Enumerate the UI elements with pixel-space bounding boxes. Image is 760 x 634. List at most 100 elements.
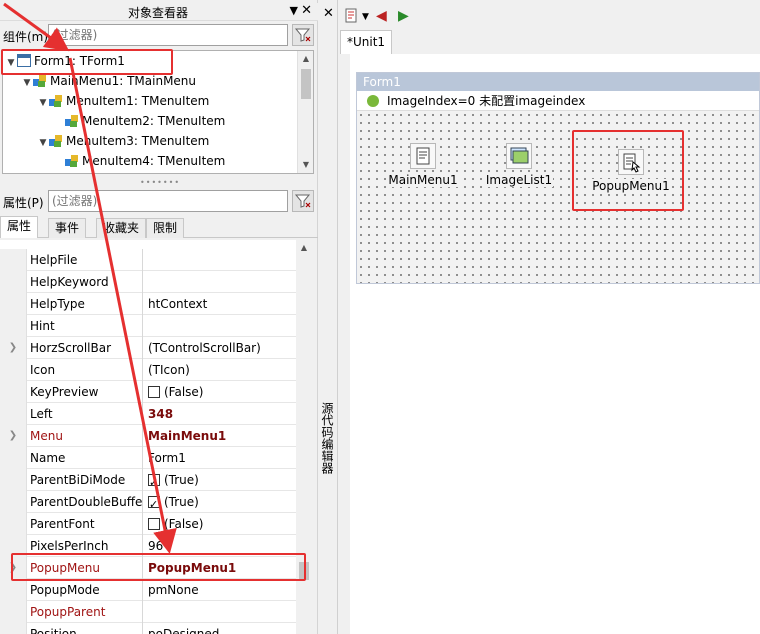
tree-node-label: MenuItem1: TMenuItem: [66, 94, 210, 108]
tree-node[interactable]: MenuItem2: TMenuItem: [53, 111, 225, 131]
tree-scrollbar[interactable]: ▲ ▼: [297, 51, 313, 173]
toggle-form-unit-icon[interactable]: [344, 8, 360, 28]
scroll-up-icon[interactable]: ▲: [298, 51, 313, 67]
forward-arrow-icon[interactable]: ▶: [398, 8, 409, 24]
property-value: (False): [164, 517, 204, 531]
source-editor-strip: ✕ 源代码编辑器: [318, 0, 338, 634]
property-value[interactable]: poDesigned: [148, 623, 296, 634]
property-name: ParentFont: [30, 513, 143, 535]
scroll-thumb[interactable]: [301, 69, 311, 99]
property-row[interactable]: Icon (TIcon): [0, 359, 296, 381]
property-row[interactable]: ❯ HorzScrollBar (TControlScrollBar): [0, 337, 296, 359]
component-imagelist[interactable]: ImageList1: [483, 143, 555, 187]
status-text: ImageIndex=0 未配置imageindex: [387, 94, 586, 108]
property-row[interactable]: KeyPreview (False): [0, 381, 296, 403]
checkbox-unchecked[interactable]: [148, 518, 160, 530]
property-row[interactable]: PopupParent: [0, 601, 296, 623]
property-row[interactable]: ❯ Menu MainMenu1: [0, 425, 296, 447]
tab-properties[interactable]: 属性: [0, 216, 39, 238]
property-row[interactable]: Left 348: [0, 403, 296, 425]
highlight-popupmenu-component: [572, 130, 684, 211]
property-row[interactable]: ParentDoubleBuffered (True): [0, 491, 296, 513]
checkbox-unchecked[interactable]: [148, 386, 160, 398]
tree-node[interactable]: ▼ MenuItem3: TMenuItem: [37, 131, 210, 153]
tab-unit1[interactable]: *Unit1: [340, 30, 393, 54]
property-value[interactable]: pmNone: [148, 579, 296, 601]
property-value[interactable]: (TIcon): [148, 359, 296, 381]
property-name: Icon: [30, 359, 143, 381]
property-name: HelpType: [30, 293, 143, 315]
form-status-line: ImageIndex=0 未配置imageindex: [357, 91, 759, 111]
property-value: (True): [164, 495, 199, 509]
expander-icon[interactable]: ▼: [37, 93, 49, 113]
properties-filter-input[interactable]: [48, 190, 288, 212]
property-row[interactable]: Position poDesigned: [0, 623, 296, 634]
property-value: (True): [164, 473, 199, 487]
form-caption[interactable]: Form1: [357, 73, 759, 91]
expander-icon[interactable]: ▼: [37, 133, 49, 153]
inspector-tabs: 属性 事件 收藏夹 限制: [0, 216, 318, 238]
close-icon[interactable]: ✕: [301, 3, 312, 18]
expander-icon[interactable]: ▼: [21, 73, 33, 93]
clear-filter-button[interactable]: [292, 190, 314, 212]
property-value[interactable]: [148, 271, 296, 293]
tree-node[interactable]: MenuItem4: TMenuItem: [53, 151, 225, 171]
property-name: ParentBiDiMode: [30, 469, 143, 491]
property-row[interactable]: HelpFile: [0, 249, 296, 271]
property-name: HorzScrollBar: [30, 337, 143, 359]
component-icon: [65, 114, 79, 127]
property-row[interactable]: ParentBiDiMode (True): [0, 469, 296, 491]
tab-favorites[interactable]: 收藏夹: [96, 218, 147, 238]
property-row[interactable]: PopupMode pmNone: [0, 579, 296, 601]
expander-icon[interactable]: ❯: [0, 425, 27, 447]
property-name: PopupMode: [30, 579, 143, 601]
component-icon: [33, 74, 47, 87]
components-filter-input[interactable]: [48, 24, 288, 46]
property-row[interactable]: HelpType htContext: [0, 293, 296, 315]
tree-node-label: MenuItem2: TMenuItem: [82, 114, 226, 128]
component-icon: [49, 134, 63, 147]
property-name: HelpFile: [30, 249, 143, 271]
close-icon[interactable]: ✕: [323, 6, 334, 21]
form-grid[interactable]: MainMenu1 ImageList1 PopupMenu1: [357, 111, 759, 283]
splitter-handle[interactable]: •••••••: [140, 178, 180, 187]
properties-label: 属性(P): [3, 196, 44, 210]
property-value[interactable]: (TControlScrollBar): [148, 337, 296, 359]
component-icon: [49, 94, 63, 107]
back-arrow-icon[interactable]: ◀: [376, 8, 387, 24]
scroll-down-icon[interactable]: ▼: [298, 157, 313, 173]
tab-events[interactable]: 事件: [48, 218, 87, 238]
tree-node-label: MenuItem3: TMenuItem: [66, 134, 210, 148]
property-value[interactable]: MainMenu1: [148, 425, 296, 447]
tab-restrictions[interactable]: 限制: [146, 218, 185, 238]
source-editor-tab[interactable]: 源代码编辑器: [320, 402, 336, 474]
checkbox-checked[interactable]: [148, 472, 160, 491]
property-row[interactable]: Hint: [0, 315, 296, 337]
designer-toolbar: ▼ ◀ ▶: [338, 4, 760, 30]
object-inspector: 对象查看器 ▼ ✕ 组件(m) ▼Form1: TForm1 ▼MainMenu…: [0, 0, 318, 634]
property-value[interactable]: Form1: [148, 447, 296, 469]
property-value[interactable]: [148, 315, 296, 337]
property-name: HelpKeyword: [30, 271, 143, 293]
chevron-down-icon[interactable]: ▼: [362, 12, 369, 22]
clear-filter-button[interactable]: [292, 24, 314, 46]
components-filter-row: 组件(m): [0, 23, 318, 47]
checkbox-checked[interactable]: [148, 494, 160, 513]
property-value[interactable]: 348: [148, 403, 296, 425]
property-row[interactable]: HelpKeyword: [0, 271, 296, 293]
tree-node[interactable]: ▼ MenuItem1: TMenuItem: [37, 91, 210, 113]
property-row[interactable]: Name Form1: [0, 447, 296, 469]
pin-icon[interactable]: ▼: [290, 4, 298, 17]
property-value[interactable]: [148, 601, 296, 623]
property-row[interactable]: ParentFont (False): [0, 513, 296, 535]
property-value[interactable]: htContext: [148, 293, 296, 315]
property-name: Name: [30, 447, 143, 469]
scroll-up-icon[interactable]: ▲: [296, 240, 312, 256]
property-value[interactable]: [148, 249, 296, 271]
expander-icon[interactable]: ❯: [0, 337, 27, 359]
highlight-form1-node: [1, 49, 173, 75]
component-mainmenu[interactable]: MainMenu1: [387, 143, 459, 187]
inspector-title: 对象查看器: [127, 6, 188, 20]
property-name: Left: [30, 403, 143, 425]
form-window[interactable]: Form1 ImageIndex=0 未配置imageindex MainMen…: [356, 72, 760, 284]
